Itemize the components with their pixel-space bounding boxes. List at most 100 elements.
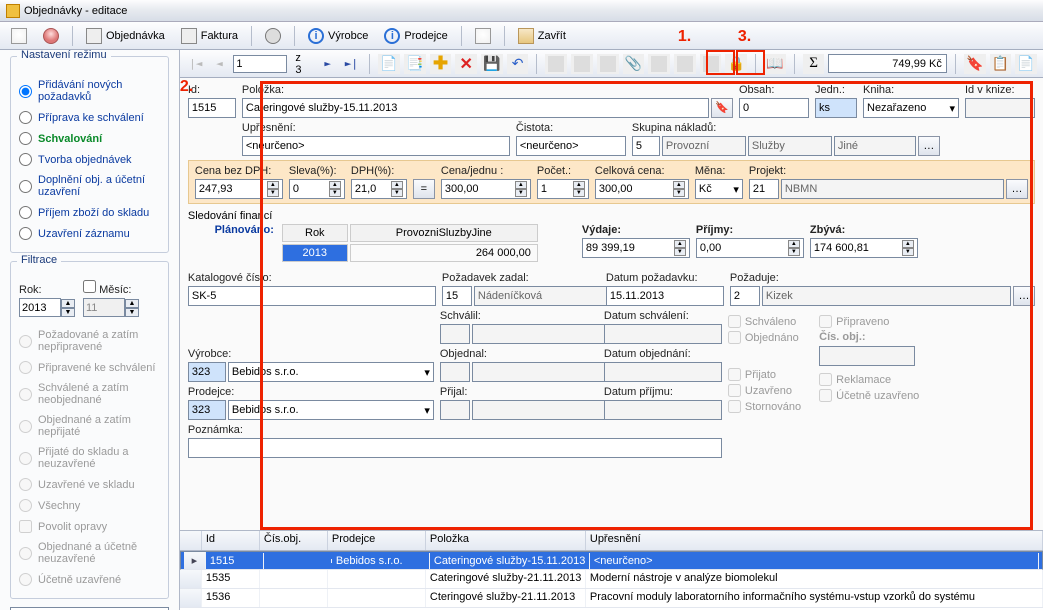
nav-extra-6[interactable] — [700, 54, 722, 74]
nav-save-button[interactable]: 💾 — [481, 54, 503, 74]
grid-header: Id Čís.obj. Prodejce Položka Upřesnění — [180, 531, 1043, 551]
projekt-num-input[interactable] — [749, 179, 779, 199]
skupina-browse-button[interactable]: … — [918, 136, 940, 156]
datumpoz-input[interactable] — [606, 286, 724, 306]
external-button[interactable] — [468, 25, 498, 47]
new-entry-button[interactable] — [4, 25, 34, 47]
pozzadal-num[interactable] — [442, 286, 472, 306]
pozaduje-num[interactable] — [730, 286, 760, 306]
tag-button[interactable]: 🔖 — [711, 98, 733, 118]
jedn-input[interactable] — [815, 98, 857, 118]
generic-icon — [574, 56, 590, 72]
col-id[interactable]: Id — [202, 531, 260, 550]
dph-input[interactable]: 21,0▲▼ — [351, 179, 407, 199]
nav-first-button[interactable]: |◄ — [186, 54, 206, 74]
nav-add-button[interactable]: ✚ — [430, 54, 452, 74]
sleva-input[interactable]: 0▲▼ — [289, 179, 345, 199]
filter-mesic-label[interactable]: Měsíc: — [83, 280, 139, 296]
nav-list-button[interactable]: 📋 — [990, 54, 1012, 74]
options-button[interactable] — [258, 25, 288, 47]
nav-position-input[interactable] — [233, 55, 287, 73]
user-button[interactable] — [36, 25, 66, 47]
nav-attach-button[interactable]: 📎 — [623, 54, 645, 74]
mode-radio-approve[interactable]: Schvalování — [19, 128, 160, 149]
filter-mesic-input[interactable]: ▲▼ — [83, 298, 139, 317]
nav-extra-4[interactable] — [648, 54, 670, 74]
zbyva-value[interactable]: 174 600,81▲▼ — [810, 238, 918, 258]
pozaduje-browse-button[interactable]: … — [1013, 286, 1035, 306]
obsah-input[interactable] — [739, 98, 809, 118]
col-polozka[interactable]: Položka — [426, 531, 586, 550]
vyrobce-select[interactable]: Bebidos s.r.o.▾ — [228, 362, 434, 382]
celk-input[interactable]: 300,00▲▼ — [595, 179, 689, 199]
mena-select[interactable]: Kč▾ — [695, 179, 743, 199]
id-input[interactable] — [188, 98, 236, 118]
projekt-browse-button[interactable]: … — [1006, 179, 1028, 199]
nav-prev-button[interactable]: ◄ — [210, 54, 230, 74]
orders-grid[interactable]: Id Čís.obj. Prodejce Položka Upřesnění ▸… — [180, 530, 1043, 610]
pocet-input[interactable]: 1▲▼ — [537, 179, 589, 199]
nav-book-button[interactable]: 📖 — [764, 54, 786, 74]
col-prodejce[interactable]: Prodejce — [328, 531, 426, 550]
mode-radio-create[interactable]: Tvorba objednávek — [19, 149, 160, 170]
grid-row[interactable]: ▸ 1515Bebidos s.r.o.Cateringové služby-1… — [180, 551, 1043, 570]
prodejce-select[interactable]: Bebidos s.r.o.▾ — [228, 400, 434, 420]
x-icon: ✕ — [460, 54, 473, 74]
filter-combo[interactable]: Všechny▾ — [10, 607, 169, 610]
prodejce-num[interactable] — [188, 400, 226, 420]
skupina-num-input[interactable] — [632, 136, 660, 156]
cjedn-label: Cena/jednu : — [441, 165, 531, 177]
mode-radio-add[interactable]: Přidávání nových požadavků — [19, 75, 160, 107]
nav-copy-button[interactable]: 📄 — [378, 54, 400, 74]
nav-lock-button[interactable]: 🔒 — [725, 54, 747, 74]
filter-rok-input[interactable]: ▲▼ — [19, 298, 75, 317]
sheet-icon: 📄 — [1017, 55, 1034, 72]
vydaje-value[interactable]: 89 399,19▲▼ — [582, 238, 690, 258]
vyrobce-num[interactable] — [188, 362, 226, 382]
print-objednavka-button[interactable]: Objednávka — [79, 25, 172, 47]
tag-icon: 🔖 — [715, 102, 729, 114]
kniha-select[interactable]: Nezařazeno▾ — [863, 98, 959, 118]
prodejce-button[interactable]: iProdejce — [377, 25, 454, 47]
objednal-name — [472, 362, 622, 382]
vyrobce-button[interactable]: iVýrobce — [301, 25, 375, 47]
nav-extra-2[interactable] — [571, 54, 593, 74]
col-cisobj[interactable]: Čís.obj. — [260, 531, 328, 550]
print-faktura-button[interactable]: Faktura — [174, 25, 245, 47]
mode-radio-prepare[interactable]: Příprava ke schválení — [19, 107, 160, 128]
mode-radio-complete[interactable]: Doplnění obj. a účetní uzavření — [19, 170, 160, 202]
right-panel: |◄ ◄ z 3 ► ►| 📄 📑 ✚ ✕ 💾 ↶ 📎 🔒 📖 Σ — [180, 50, 1043, 610]
upresneni-input[interactable] — [242, 136, 510, 156]
cena-input[interactable]: 247,93▲▼ — [195, 179, 283, 199]
prijmy-value[interactable]: 0,00▲▼ — [696, 238, 804, 258]
info-icon: i — [384, 28, 400, 44]
nav-extra-1[interactable] — [545, 54, 567, 74]
grid-row[interactable]: 1535Cateringové služby-21.11.2013Moderní… — [180, 570, 1043, 589]
katalog-input[interactable] — [188, 286, 436, 306]
cistota-input[interactable] — [516, 136, 626, 156]
spin-down-icon[interactable]: ▼ — [125, 308, 139, 317]
mode-radio-close[interactable]: Uzavření záznamu — [19, 223, 160, 244]
zavrit-button[interactable]: Zavřít — [511, 25, 573, 47]
cjedn-input[interactable]: 300,00▲▼ — [441, 179, 531, 199]
nav-tag-button[interactable]: 🔖 — [964, 54, 986, 74]
nav-next-button[interactable]: ► — [318, 54, 338, 74]
eq-button[interactable]: = — [413, 179, 435, 199]
nav-sheet-button[interactable]: 📄 — [1015, 54, 1037, 74]
mode-radio-receive[interactable]: Příjem zboží do skladu — [19, 202, 160, 223]
spin-up-icon[interactable]: ▲ — [125, 299, 139, 308]
nav-delete-button[interactable]: ✕ — [455, 54, 477, 74]
nav-last-button[interactable]: ►| — [342, 54, 362, 74]
nav-extra-3[interactable] — [597, 54, 619, 74]
spin-down-icon[interactable]: ▼ — [61, 308, 75, 317]
grid-row[interactable]: 1536Cteringové služby-21.11.2013Pracovní… — [180, 589, 1043, 608]
polozka-input[interactable] — [242, 98, 709, 118]
poznamka-input[interactable] — [188, 438, 722, 458]
spin-up-icon[interactable]: ▲ — [61, 299, 75, 308]
nav-duplicate-button[interactable]: 📑 — [404, 54, 426, 74]
nav-sum-button[interactable]: Σ — [803, 54, 825, 74]
nav-undo-button[interactable]: ↶ — [507, 54, 529, 74]
col-upresneni[interactable]: Upřesnění — [586, 531, 1043, 550]
nav-extra-5[interactable] — [674, 54, 696, 74]
datumprij-input — [604, 400, 722, 420]
